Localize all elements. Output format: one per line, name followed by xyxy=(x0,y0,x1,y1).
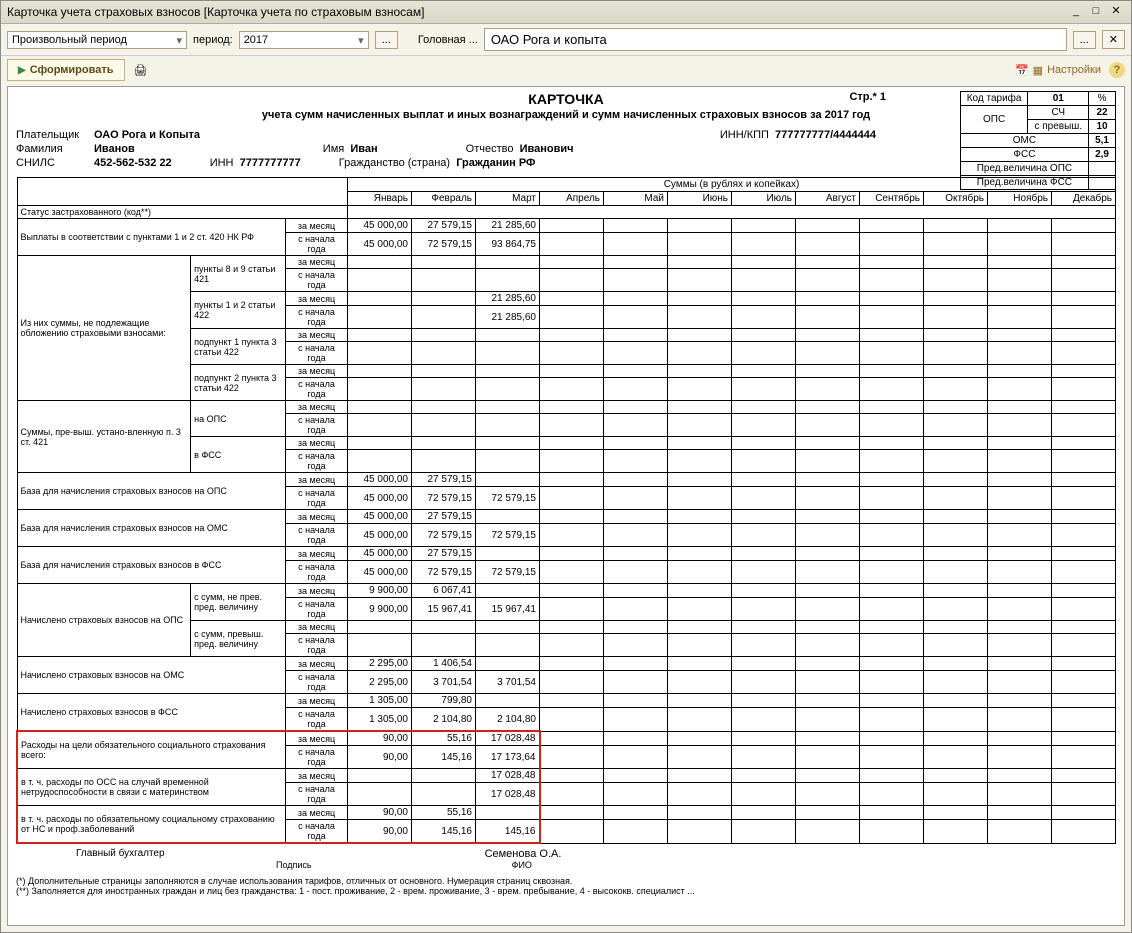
period-type-select[interactable]: Произвольный период xyxy=(7,31,187,49)
window-title: Карточка учета страховых взносов [Карточ… xyxy=(7,5,1067,19)
signature-block: Главный бухгалтер Семенова О.А. xyxy=(16,848,1116,860)
year-select[interactable]: 2017 xyxy=(239,31,369,49)
org-picker-button[interactable]: ... xyxy=(1073,31,1096,49)
titlebar: Карточка учета страховых взносов [Карточ… xyxy=(1,1,1131,24)
org-label: Головная ... xyxy=(418,34,478,46)
period-picker-button[interactable]: ... xyxy=(375,31,398,49)
rates-table: Код тарифа01% ОПССЧ22 с превыш.10 ОМС5,1… xyxy=(960,91,1116,190)
close-button[interactable]: ✕ xyxy=(1107,4,1125,20)
minimize-button[interactable]: _ xyxy=(1067,4,1085,20)
page-number: Стр.* 1 xyxy=(849,91,886,103)
period-label: период: xyxy=(193,34,233,46)
settings-link[interactable]: 📅 ▦ Настройки xyxy=(1015,64,1101,77)
org-clear-button[interactable]: ✕ xyxy=(1102,30,1125,49)
calendar-icon: 📅 xyxy=(1015,64,1029,77)
org-field[interactable]: ОАО Рога и копыта xyxy=(484,28,1067,51)
footnotes: (*) Дополнительные страницы заполняются … xyxy=(16,876,1116,896)
generate-button[interactable]: ▶Сформировать xyxy=(7,59,125,81)
toolbar-row-1: Произвольный период период: 2017 ... Гол… xyxy=(1,24,1131,56)
maximize-button[interactable]: □ xyxy=(1087,4,1105,20)
document-area: КАРТОЧКА учета сумм начисленных выплат и… xyxy=(7,86,1125,926)
table-icon: ▦ xyxy=(1033,64,1043,77)
print-icon[interactable]: 🖨 xyxy=(133,62,149,78)
toolbar-row-2: ▶Сформировать 🖨 📅 ▦ Настройки ? xyxy=(1,56,1131,84)
help-button[interactable]: ? xyxy=(1109,62,1125,78)
doc-title: КАРТОЧКА xyxy=(16,91,1116,107)
doc-subtitle: учета сумм начисленных выплат и иных воз… xyxy=(16,109,1116,121)
main-table: Суммы (в рублях и копейках) ЯнварьФеврал… xyxy=(16,177,1116,844)
payer-info: ПлательщикОАО Рога и Копыта ИНН/КПП 7777… xyxy=(16,129,1116,169)
app-window: Карточка учета страховых взносов [Карточ… xyxy=(0,0,1132,933)
play-icon: ▶ xyxy=(18,65,26,76)
